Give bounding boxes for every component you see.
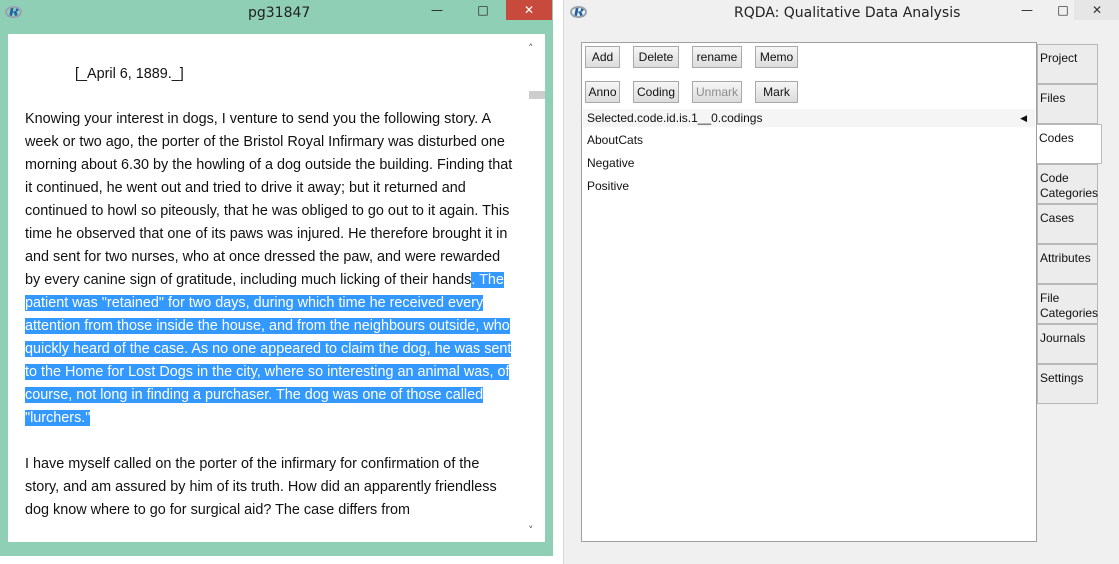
vertical-scrollbar[interactable]: ˄ ˅ — [522, 34, 545, 542]
unmark-button[interactable]: Unmark — [692, 81, 742, 103]
paragraph-1: Knowing your interest in dogs, I venture… — [25, 108, 515, 430]
code-item-aboutcats[interactable]: AboutCats — [587, 133, 643, 147]
anno-button[interactable]: Anno — [585, 81, 620, 103]
rqda-window: R RQDA: Qualitative Data Analysis — □ ✕ … — [563, 0, 1119, 564]
coding-button[interactable]: Coding — [633, 81, 679, 103]
document-window: R pg31847 — □ ✕ [_April 6, 1889._] Knowi… — [0, 0, 553, 556]
document-titlebar[interactable]: R pg31847 — □ ✕ — [0, 0, 553, 28]
mark-button[interactable]: Mark — [755, 81, 798, 103]
document-text-area[interactable]: [_April 6, 1889._] Knowing your interest… — [8, 34, 545, 542]
selected-text[interactable]: . The patient was "retained" for two day… — [25, 272, 512, 426]
add-button[interactable]: Add — [585, 46, 620, 68]
memo-button[interactable]: Memo — [755, 46, 798, 68]
dateline: [_April 6, 1889._] — [75, 66, 184, 82]
tab-code-categories[interactable]: Code Categories — [1037, 164, 1098, 204]
close-button[interactable]: ✕ — [506, 0, 552, 20]
tab-journals[interactable]: Journals — [1037, 324, 1098, 364]
r-logo-icon: R — [5, 5, 22, 21]
sort-arrow-icon[interactable]: ◀ — [1020, 109, 1027, 127]
paragraph-2: I have myself called on the porter of th… — [25, 456, 497, 518]
codes-panel: Add Delete rename Memo Anno Coding Unmar… — [581, 42, 1037, 542]
document-text[interactable]: [_April 6, 1889._] Knowing your interest… — [25, 34, 515, 522]
paragraph-1-text: Knowing your interest in dogs, I venture… — [25, 111, 513, 288]
scroll-thumb[interactable] — [529, 91, 545, 99]
rename-button[interactable]: rename — [692, 46, 742, 68]
rqda-window-title: RQDA: Qualitative Data Analysis — [734, 5, 961, 21]
minimize-button[interactable]: — — [414, 0, 460, 20]
delete-button[interactable]: Delete — [633, 46, 679, 68]
code-item-negative[interactable]: Negative — [587, 156, 634, 170]
codings-header-label: Selected.code.id.is.1__0.codings — [587, 111, 763, 125]
codings-column-header[interactable]: Selected.code.id.is.1__0.codings ◀ — [583, 109, 1035, 127]
r-logo-icon: R — [570, 5, 587, 21]
tab-cases[interactable]: Cases — [1037, 204, 1098, 244]
tab-attributes[interactable]: Attributes — [1037, 244, 1098, 284]
rqda-titlebar[interactable]: R RQDA: Qualitative Data Analysis — □ ✕ — [564, 0, 1119, 28]
maximize-button[interactable]: □ — [460, 0, 506, 20]
close-button[interactable]: ✕ — [1074, 0, 1119, 20]
tab-files[interactable]: Files — [1037, 84, 1098, 124]
tab-codes[interactable]: Codes — [1037, 124, 1102, 164]
tab-file-categories[interactable]: File Categories — [1037, 284, 1098, 324]
desktop-strip — [0, 556, 563, 564]
tab-settings[interactable]: Settings — [1037, 364, 1098, 404]
tab-project[interactable]: Project — [1037, 44, 1098, 84]
document-window-title: pg31847 — [248, 5, 311, 21]
scroll-up-arrow-icon[interactable]: ˄ — [528, 42, 534, 55]
code-item-positive[interactable]: Positive — [587, 179, 629, 193]
scroll-down-arrow-icon[interactable]: ˅ — [528, 524, 534, 537]
